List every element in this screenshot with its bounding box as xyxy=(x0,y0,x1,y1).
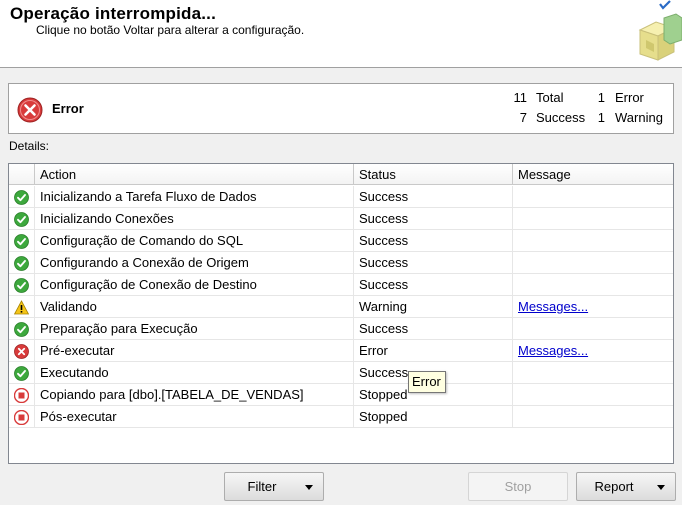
row-message-cell: Messages... xyxy=(513,340,673,361)
row-action: Pós-executar xyxy=(35,406,354,427)
row-icon-cell xyxy=(9,406,35,427)
column-header-icon xyxy=(9,164,35,185)
success-icon xyxy=(14,366,29,381)
row-message-cell: Messages... xyxy=(513,296,673,317)
tooltip: Error xyxy=(408,371,446,393)
table-row[interactable]: Configuração de Comando do SQL Success xyxy=(9,230,673,252)
row-action: Configuração de Conexão de Destino xyxy=(35,274,354,295)
table-row[interactable]: Executando Success xyxy=(9,362,673,384)
row-status: Success xyxy=(354,186,513,207)
row-message-cell xyxy=(513,406,673,427)
row-action: Pré-executar xyxy=(35,340,354,361)
table-row[interactable]: Pós-executar Stopped xyxy=(9,406,673,428)
row-icon-cell xyxy=(9,318,35,339)
report-button[interactable]: Report xyxy=(576,472,676,501)
warning-count: 1 xyxy=(597,110,605,125)
row-message-cell xyxy=(513,208,673,229)
filter-button[interactable]: Filter xyxy=(224,472,324,501)
success-icon xyxy=(14,322,29,337)
row-action: Configuração de Comando do SQL xyxy=(35,230,354,251)
success-icon xyxy=(14,190,29,205)
row-icon-cell xyxy=(9,384,35,405)
error-icon xyxy=(17,97,43,123)
table-row[interactable]: Inicializando Conexões Success xyxy=(9,208,673,230)
success-label: Success xyxy=(536,110,586,125)
row-icon-cell xyxy=(9,186,35,207)
table-row[interactable]: Preparação para Execução Success xyxy=(9,318,673,340)
row-status: Error xyxy=(354,340,513,361)
row-icon-cell xyxy=(9,230,35,251)
row-message-cell xyxy=(513,274,673,295)
row-icon-cell xyxy=(9,296,35,317)
success-icon xyxy=(14,256,29,271)
row-status: Stopped xyxy=(354,406,513,427)
success-icon xyxy=(14,212,29,227)
table-body: Inicializando a Tarefa Fluxo de Dados Suc… xyxy=(9,186,673,428)
row-status: Success xyxy=(354,208,513,229)
row-action: Validando xyxy=(35,296,354,317)
messages-link[interactable]: Messages... xyxy=(518,343,588,358)
stopped-icon xyxy=(13,387,30,404)
table-row[interactable]: Pré-executar Error Messages... xyxy=(9,340,673,362)
row-status: Success xyxy=(354,274,513,295)
stop-button-label: Stop xyxy=(504,479,532,494)
error-icon xyxy=(14,344,29,359)
table-row[interactable]: Validando Warning Messages... xyxy=(9,296,673,318)
row-status: Warning xyxy=(354,296,513,317)
details-label: Details: xyxy=(9,139,50,153)
table-header: Action Status Message xyxy=(9,164,673,185)
chevron-down-icon xyxy=(305,485,313,490)
table-row[interactable]: Copiando para [dbo].[TABELA_DE_VENDAS] St… xyxy=(9,384,673,406)
wizard-header: Operação interrompida... Clique no botão… xyxy=(0,0,682,68)
row-action: Executando xyxy=(35,362,354,383)
total-label: Total xyxy=(536,90,564,105)
error-label: Error xyxy=(615,90,644,105)
row-action: Configurando a Conexão de Origem xyxy=(35,252,354,273)
total-count: 11 xyxy=(513,90,528,105)
success-icon xyxy=(14,278,29,293)
row-icon-cell xyxy=(9,362,35,383)
table-row[interactable]: Configurando a Conexão de Origem Success xyxy=(9,252,673,274)
row-status: Success xyxy=(354,252,513,273)
row-action: Preparação para Execução xyxy=(35,318,354,339)
row-message-cell xyxy=(513,186,673,207)
column-header-action[interactable]: Action xyxy=(35,164,354,185)
column-header-status[interactable]: Status xyxy=(354,164,513,185)
chevron-down-icon xyxy=(657,485,665,490)
filter-button-label: Filter xyxy=(247,479,277,494)
column-header-message[interactable]: Message xyxy=(513,164,673,185)
table-row[interactable]: Inicializando a Tarefa Fluxo de Dados Suc… xyxy=(9,186,673,208)
row-message-cell xyxy=(513,318,673,339)
report-button-label: Report xyxy=(594,479,634,494)
messages-link[interactable]: Messages... xyxy=(518,299,588,314)
row-status: Success xyxy=(354,318,513,339)
row-icon-cell xyxy=(9,340,35,361)
row-message-cell xyxy=(513,252,673,273)
page-subtitle: Clique no botão Voltar para alterar a co… xyxy=(36,23,305,37)
details-table[interactable]: Action Status Message Inicializando a Ta… xyxy=(8,163,674,464)
row-message-cell xyxy=(513,362,673,383)
success-count: 7 xyxy=(519,110,527,125)
row-action: Inicializando Conexões xyxy=(35,208,354,229)
row-action: Copiando para [dbo].[TABELA_DE_VENDAS] xyxy=(35,384,354,405)
stopped-icon xyxy=(13,409,30,426)
error-count: 1 xyxy=(597,90,605,105)
success-icon xyxy=(14,234,29,249)
row-status: Success xyxy=(354,230,513,251)
table-row[interactable]: Configuração de Conexão de Destino Succes… xyxy=(9,274,673,296)
warning-icon xyxy=(13,300,30,315)
summary-panel: Error 11 Total 7 Success 1 Error 1 Warni… xyxy=(8,83,674,134)
row-action: Inicializando a Tarefa Fluxo de Dados xyxy=(35,186,354,207)
row-message-cell xyxy=(513,230,673,251)
wizard-logo-icon xyxy=(638,0,682,61)
row-icon-cell xyxy=(9,208,35,229)
row-message-cell xyxy=(513,384,673,405)
row-icon-cell xyxy=(9,274,35,295)
page-title: Operação interrompida... xyxy=(10,4,217,23)
row-icon-cell xyxy=(9,252,35,273)
stop-button[interactable]: Stop xyxy=(468,472,568,501)
warning-label: Warning xyxy=(615,110,663,125)
summary-status: Error xyxy=(52,101,84,116)
